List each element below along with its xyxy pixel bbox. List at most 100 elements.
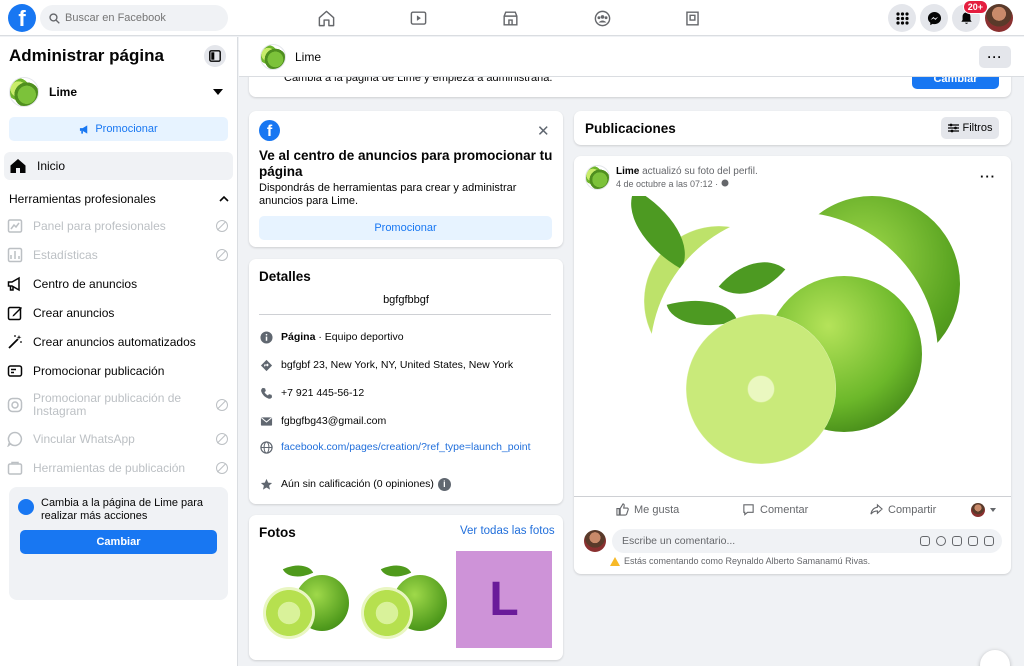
- post-action-text: actualizó su foto del perfil.: [639, 166, 758, 177]
- chevron-up-icon[interactable]: [219, 195, 229, 203]
- detail-phone: +7 921 445-56-12: [259, 386, 559, 400]
- post-actions-bar: Me gusta Comentar Compartir: [574, 496, 1011, 520]
- search-box[interactable]: [40, 5, 228, 31]
- marketplace-icon[interactable]: [488, 6, 532, 30]
- close-icon[interactable]: ✕: [537, 122, 550, 140]
- sidebar-item-home[interactable]: Inicio: [4, 152, 233, 180]
- sidebar-item-promote-post[interactable]: Promocionar publicación: [6, 362, 232, 380]
- website-link[interactable]: facebook.com/pages/creation/?ref_type=la…: [281, 441, 531, 453]
- sidebar-item-label: Promocionar publicación: [33, 363, 165, 378]
- category-text: · Equipo deportivo: [315, 331, 404, 343]
- warning-icon: [610, 556, 620, 566]
- camera-icon[interactable]: [952, 536, 962, 546]
- page-title[interactable]: Lime: [295, 50, 321, 64]
- detail-email: fgbgfbg43@gmail.com: [259, 414, 559, 428]
- detail-address: bgfgbf 23, New York, NY, United States, …: [259, 358, 559, 372]
- sticker-icon[interactable]: [984, 536, 994, 546]
- photo-thumbnail-letter[interactable]: L: [456, 551, 552, 648]
- search-input[interactable]: [65, 12, 215, 24]
- home-icon: [10, 159, 26, 173]
- sidebar-item-label: Panel para profesionales: [33, 218, 166, 233]
- filters-button[interactable]: Filtros: [941, 117, 999, 139]
- chevron-down-icon[interactable]: [213, 89, 223, 95]
- photos-title: Fotos: [259, 525, 296, 540]
- react-as-selector[interactable]: [971, 503, 996, 517]
- facebook-icon: f: [259, 120, 280, 141]
- post-author[interactable]: Lime: [616, 166, 639, 177]
- details-card: Detalles bgfgfbbgf Página · Equipo depor…: [249, 259, 563, 504]
- emoji-icon[interactable]: [936, 536, 946, 546]
- sidebar-item-label: Vincular WhatsApp: [33, 431, 135, 446]
- sidebar-item-label: Estadísticas: [33, 247, 98, 262]
- sidebar-item-publishing-tools[interactable]: Herramientas de publicación: [6, 459, 232, 477]
- like-button[interactable]: Me gusta: [616, 503, 679, 516]
- divider: [259, 314, 551, 315]
- sidebar-item-automated-ads[interactable]: Crear anuncios automatizados: [6, 333, 232, 351]
- groups-icon[interactable]: [580, 6, 624, 30]
- details-title: Detalles: [259, 269, 311, 284]
- sidebar-item-label: Centro de anuncios: [33, 276, 138, 291]
- page-avatar: [9, 77, 39, 107]
- globe-icon: [721, 179, 729, 187]
- sidebar-item-promote-instagram[interactable]: Promocionar publicación de Instagram: [6, 392, 232, 418]
- instagram-icon: [6, 396, 24, 414]
- account-avatar[interactable]: [985, 4, 1013, 32]
- unavailable-icon: [216, 249, 228, 261]
- avatar: [584, 530, 606, 552]
- gif-icon[interactable]: [968, 536, 978, 546]
- photo-thumbnail[interactable]: [259, 551, 355, 648]
- phone-icon: [259, 386, 273, 400]
- ad-center-card: f ✕ Ve al centro de anuncios para promoc…: [249, 111, 563, 247]
- unavailable-icon: [216, 399, 228, 411]
- detail-rating: Aún sin calificación (0 opiniones) i: [259, 477, 559, 491]
- comment-label: Comentar: [760, 503, 809, 516]
- gaming-icon[interactable]: [670, 6, 714, 30]
- home-icon[interactable]: [304, 6, 348, 30]
- sidebar-item-label: Crear anuncios automatizados: [33, 334, 196, 349]
- whatsapp-icon: [6, 430, 24, 448]
- photo-thumbnail[interactable]: [357, 551, 453, 648]
- filters-label: Filtros: [962, 122, 993, 134]
- edit-icon: [6, 304, 24, 322]
- share-icon: [870, 503, 883, 515]
- email-text: fgbgfbg43@gmail.com: [281, 415, 387, 427]
- comment-input[interactable]: Escribe un comentario...: [612, 529, 1002, 553]
- detail-website: facebook.com/pages/creation/?ref_type=la…: [259, 440, 559, 454]
- unavailable-icon: [216, 462, 228, 474]
- filter-icon: [947, 123, 959, 133]
- sidebar-item-create-ads[interactable]: Crear anuncios: [6, 304, 232, 322]
- notifications-icon[interactable]: 20+: [952, 0, 988, 32]
- collapse-sidebar-icon[interactable]: [204, 45, 226, 67]
- professional-tools-section-header[interactable]: Herramientas profesionales: [9, 192, 229, 206]
- see-all-photos-link[interactable]: Ver todas las fotos: [460, 525, 555, 537]
- avatar-sticker-icon[interactable]: [920, 536, 930, 546]
- info-icon[interactable]: i: [437, 477, 451, 491]
- post-options-button[interactable]: ···: [980, 169, 996, 184]
- promote-label: Promocionar: [95, 123, 158, 135]
- sidebar-item-link-whatsapp[interactable]: Vincular WhatsApp: [6, 430, 232, 448]
- sidebar-item-ad-center[interactable]: Centro de anuncios: [6, 275, 232, 293]
- page-avatar[interactable]: [260, 44, 286, 70]
- more-options-button[interactable]: ···: [979, 46, 1011, 68]
- watch-icon[interactable]: [396, 6, 440, 30]
- post-date: 4 de octubre a las 07:12 ·: [616, 179, 721, 189]
- messenger-icon[interactable]: [920, 4, 948, 32]
- photos-card: Fotos Ver todas las fotos L: [249, 515, 563, 660]
- share-button[interactable]: Compartir: [870, 503, 936, 516]
- sidebar-item-professional-dashboard[interactable]: Panel para profesionales: [6, 217, 232, 235]
- post-image[interactable]: [574, 196, 1011, 494]
- promote-button[interactable]: Promocionar: [9, 117, 228, 141]
- new-message-button[interactable]: [980, 650, 1010, 666]
- facebook-logo-icon[interactable]: f: [8, 4, 36, 32]
- location-icon: [259, 358, 273, 372]
- magic-wand-icon: [6, 333, 24, 351]
- switch-button[interactable]: Cambiar: [20, 530, 217, 554]
- promote-button[interactable]: Promocionar: [259, 216, 552, 240]
- post-author-avatar[interactable]: [585, 165, 610, 190]
- thumbs-up-icon: [616, 503, 629, 516]
- sidebar-item-insights[interactable]: Estadísticas: [6, 246, 232, 264]
- comment-button[interactable]: Comentar: [742, 503, 808, 516]
- menu-grid-icon[interactable]: [888, 4, 916, 32]
- post-timestamp[interactable]: 4 de octubre a las 07:12 ·: [616, 179, 729, 189]
- page-switcher[interactable]: Lime: [9, 77, 229, 107]
